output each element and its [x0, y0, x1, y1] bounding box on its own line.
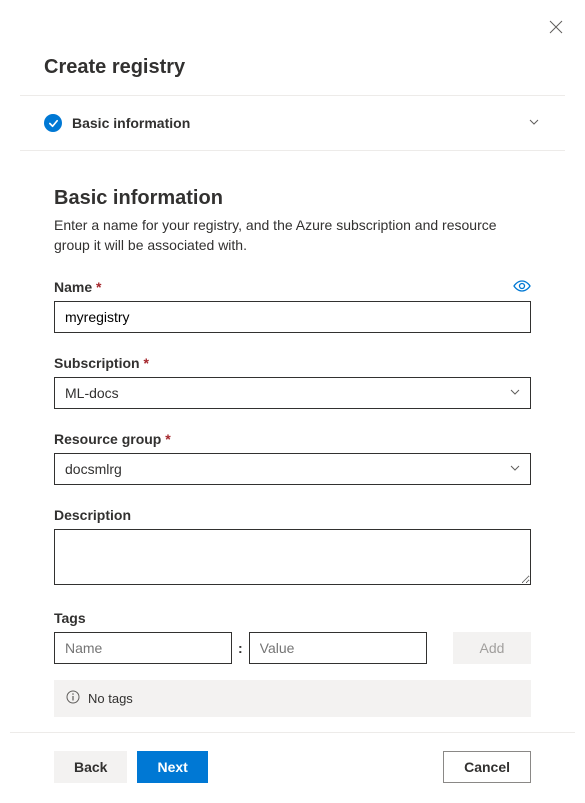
tag-value-input[interactable]	[249, 632, 427, 664]
description-field: Description	[54, 507, 531, 588]
no-tags-message: No tags	[54, 680, 531, 717]
close-icon[interactable]	[549, 20, 563, 37]
check-circle-icon	[44, 114, 62, 132]
description-label: Description	[54, 507, 531, 523]
resource-group-field: Resource group * docsmlrg	[54, 431, 531, 485]
chevron-down-icon	[527, 115, 541, 132]
name-label: Name *	[54, 279, 101, 295]
name-input[interactable]	[54, 301, 531, 333]
resource-group-select[interactable]: docsmlrg	[54, 453, 531, 485]
required-asterisk: *	[143, 355, 148, 371]
subscription-label: Subscription *	[54, 355, 531, 371]
no-tags-text: No tags	[88, 691, 133, 706]
body-heading: Basic information	[54, 187, 531, 210]
page-title: Create registry	[0, 0, 585, 95]
section-body: Basic information Enter a name for your …	[0, 151, 585, 737]
tag-separator: :	[238, 640, 243, 656]
section-header[interactable]: Basic information	[0, 96, 585, 150]
next-button[interactable]: Next	[137, 751, 207, 783]
footer: Back Next Cancel	[10, 732, 575, 783]
section-title: Basic information	[72, 115, 517, 131]
required-asterisk: *	[165, 431, 170, 447]
name-field: Name *	[54, 279, 531, 333]
cancel-button[interactable]: Cancel	[443, 751, 531, 783]
subscription-select[interactable]: ML-docs	[54, 377, 531, 409]
tag-name-input[interactable]	[54, 632, 232, 664]
tags-field: Tags : Add No tags	[54, 610, 531, 717]
eye-icon[interactable]	[513, 279, 531, 295]
resource-group-label: Resource group *	[54, 431, 531, 447]
description-textarea[interactable]	[54, 529, 531, 585]
back-button[interactable]: Back	[54, 751, 127, 783]
subscription-field: Subscription * ML-docs	[54, 355, 531, 409]
required-asterisk: *	[96, 279, 101, 295]
tags-label: Tags	[54, 610, 531, 626]
body-description: Enter a name for your registry, and the …	[54, 216, 531, 255]
add-tag-button[interactable]: Add	[453, 632, 531, 664]
info-icon	[66, 690, 80, 707]
